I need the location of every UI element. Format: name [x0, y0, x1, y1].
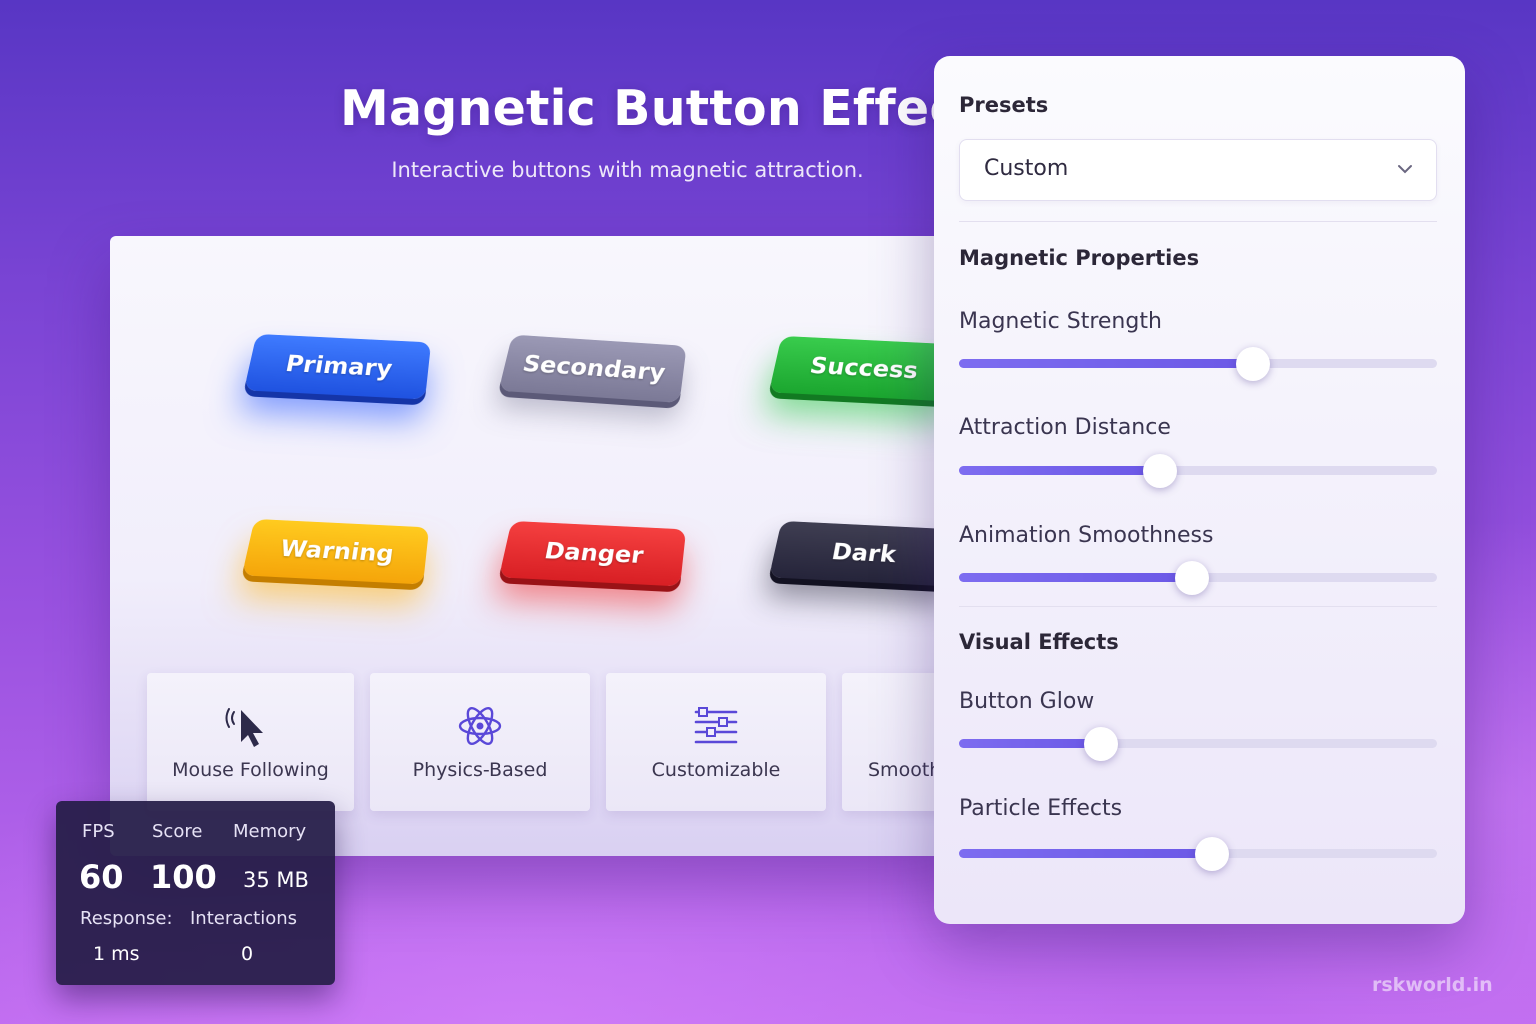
memory-value: 35 MB [243, 868, 309, 892]
slider-thumb[interactable] [1195, 837, 1230, 871]
button-glow-slider[interactable] [959, 727, 1437, 761]
feature-card-customizable: Customizable [606, 673, 826, 811]
interactions-label: Interactions [190, 908, 298, 929]
primary-button-label: Primary [283, 350, 394, 383]
demo-card: Primary Secondary Success Warning Danger… [110, 236, 970, 856]
feature-card-mouse-following: Mouse Following [147, 673, 354, 811]
stats-panel: FPS Score Memory 60 100 35 MB Response: … [56, 801, 335, 985]
interactions-value: 0 [241, 943, 254, 965]
page-title: Magnetic Button Effect [340, 80, 983, 137]
visual-effects-heading: Visual Effects [959, 630, 1119, 654]
chevron-down-icon [1396, 160, 1414, 182]
page-subtitle: Interactive buttons with magnetic attrac… [391, 158, 864, 182]
magnetic-strength-label: Magnetic Strength [959, 309, 1162, 334]
cursor-icon [225, 703, 277, 749]
danger-button[interactable]: Danger [498, 520, 687, 587]
sliders-icon [693, 703, 739, 749]
dark-button[interactable]: Dark [768, 520, 957, 587]
animation-smoothness-label: Animation Smoothness [959, 523, 1214, 548]
warning-button-label: Warning [277, 535, 396, 568]
score-value: 100 [150, 858, 217, 896]
slider-thumb[interactable] [1142, 454, 1177, 488]
success-button[interactable]: Success [768, 335, 957, 402]
warning-button[interactable]: Warning [241, 518, 430, 585]
divider [959, 606, 1437, 607]
feature-label: Customizable [651, 759, 781, 781]
animation-smoothness-slider[interactable] [959, 561, 1437, 595]
feature-label: Smooth [868, 759, 942, 781]
danger-button-label: Danger [542, 537, 646, 569]
response-value: 1 ms [93, 943, 140, 965]
memory-label: Memory [233, 821, 307, 842]
slider-thumb[interactable] [1174, 561, 1209, 595]
presets-select-value: Custom [984, 156, 1069, 181]
attraction-distance-label: Attraction Distance [959, 415, 1171, 440]
divider [959, 221, 1437, 222]
particle-effects-slider[interactable] [959, 837, 1437, 871]
fps-label: FPS [82, 821, 115, 842]
magnetic-strength-slider[interactable] [959, 347, 1437, 381]
success-button-label: Success [807, 352, 920, 385]
primary-button[interactable]: Primary [243, 333, 432, 400]
attraction-distance-slider[interactable] [959, 454, 1437, 488]
dark-button-label: Dark [829, 538, 898, 568]
button-glow-label: Button Glow [959, 689, 1095, 714]
secondary-button[interactable]: Secondary [498, 334, 687, 403]
feature-label: Physics-Based [412, 759, 548, 781]
presets-select[interactable]: Custom [959, 139, 1437, 201]
settings-panel: Presets Custom Magnetic Properties Magne… [934, 56, 1465, 924]
watermark: rskworld.in [1372, 974, 1493, 996]
score-label: Score [152, 821, 203, 842]
atom-icon [456, 703, 504, 749]
response-label: Response: [80, 908, 173, 929]
feature-card-physics: Physics-Based [370, 673, 590, 811]
particle-effects-label: Particle Effects [959, 796, 1123, 821]
slider-thumb[interactable] [1235, 347, 1270, 381]
feature-label: Mouse Following [172, 759, 329, 781]
slider-thumb[interactable] [1084, 727, 1119, 761]
presets-heading: Presets [959, 93, 1049, 117]
fps-value: 60 [79, 858, 124, 896]
magnetic-properties-heading: Magnetic Properties [959, 246, 1200, 270]
